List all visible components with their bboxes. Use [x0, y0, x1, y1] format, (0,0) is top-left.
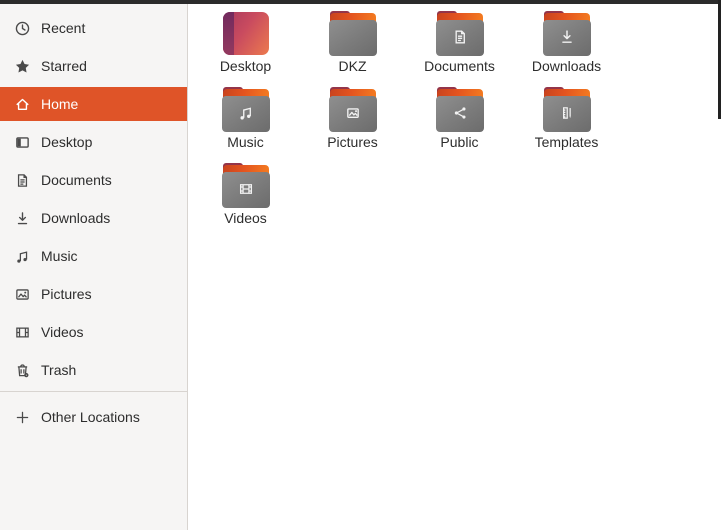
sidebar-item-label: Videos — [41, 324, 84, 340]
folder-icon — [328, 11, 377, 56]
sidebar-item-desktop[interactable]: Desktop — [0, 125, 187, 159]
file-label: DKZ — [338, 58, 367, 74]
clock-icon — [14, 20, 31, 37]
file-label: Downloads — [531, 58, 602, 74]
file-label: Pictures — [327, 134, 378, 150]
file-item-templates[interactable]: Templates — [513, 86, 620, 162]
film-icon — [14, 324, 31, 341]
star-icon — [14, 58, 31, 75]
file-item-music[interactable]: Music — [192, 86, 299, 162]
files-grid: Desktop DKZ Documents Downloads Music Pi… — [189, 4, 718, 238]
sidebar-item-pictures[interactable]: Pictures — [0, 277, 187, 311]
folder-icon — [542, 11, 591, 56]
download-emblem-icon — [558, 28, 576, 46]
file-item-videos[interactable]: Videos — [192, 162, 299, 238]
files-window: Recent Starred Home Desktop Documents Do… — [0, 0, 721, 530]
sidebar-separator — [0, 391, 187, 392]
download-icon — [14, 210, 31, 227]
sidebar-item-label: Music — [41, 248, 78, 264]
file-label: Public — [440, 134, 479, 150]
music-emblem-icon — [237, 104, 255, 122]
file-label: Music — [227, 134, 264, 150]
picture-emblem-icon — [344, 104, 362, 122]
sidebar-item-videos[interactable]: Videos — [0, 315, 187, 349]
sidebar-item-music[interactable]: Music — [0, 239, 187, 273]
document-emblem-icon — [451, 28, 469, 46]
file-item-dkz[interactable]: DKZ — [299, 10, 406, 86]
sidebar-item-label: Recent — [41, 20, 86, 36]
sidebar-item-home[interactable]: Home — [0, 87, 187, 121]
file-item-downloads[interactable]: Downloads — [513, 10, 620, 86]
file-item-documents[interactable]: Documents — [406, 10, 513, 86]
templates-emblem-icon — [558, 104, 576, 122]
document-icon — [14, 172, 31, 189]
sidebar-item-label: Desktop — [41, 134, 93, 150]
file-item-public[interactable]: Public — [406, 86, 513, 162]
file-item-desktop[interactable]: Desktop — [192, 10, 299, 86]
sidebar-item-other-locations[interactable]: Other Locations — [0, 400, 187, 434]
file-label: Templates — [534, 134, 599, 150]
folder-icon — [542, 87, 591, 132]
sidebar-item-starred[interactable]: Starred — [0, 49, 187, 83]
file-label: Documents — [424, 58, 495, 74]
desktop-pane-icon — [14, 134, 31, 151]
music-note-icon — [14, 248, 31, 265]
sidebar-item-label: Documents — [41, 172, 112, 188]
share-emblem-icon — [451, 104, 469, 122]
video-emblem-icon — [237, 180, 255, 198]
folder-icon — [435, 87, 484, 132]
sidebar-item-documents[interactable]: Documents — [0, 163, 187, 197]
files-view: Desktop DKZ Documents Downloads Music Pi… — [189, 4, 718, 530]
sidebar-item-trash[interactable]: Trash — [0, 353, 187, 387]
folder-icon — [221, 87, 270, 132]
sidebar-item-downloads[interactable]: Downloads — [0, 201, 187, 235]
file-label: Desktop — [219, 58, 272, 74]
folder-icon — [328, 87, 377, 132]
sidebar-item-label: Other Locations — [41, 409, 140, 425]
sidebar-item-recent[interactable]: Recent — [0, 11, 187, 45]
sidebar-item-label: Home — [41, 96, 79, 112]
sidebar-item-label: Pictures — [41, 286, 92, 302]
file-label: Videos — [224, 210, 267, 226]
desktop-special-icon — [222, 11, 270, 56]
home-icon — [14, 96, 31, 113]
plus-icon — [14, 409, 31, 426]
picture-icon — [14, 286, 31, 303]
sidebar: Recent Starred Home Desktop Documents Do… — [0, 4, 188, 530]
trash-icon — [14, 362, 31, 379]
folder-icon — [221, 163, 270, 208]
sidebar-item-label: Trash — [41, 362, 77, 378]
file-item-pictures[interactable]: Pictures — [299, 86, 406, 162]
sidebar-item-label: Starred — [41, 58, 87, 74]
folder-icon — [435, 11, 484, 56]
sidebar-item-label: Downloads — [41, 210, 111, 226]
